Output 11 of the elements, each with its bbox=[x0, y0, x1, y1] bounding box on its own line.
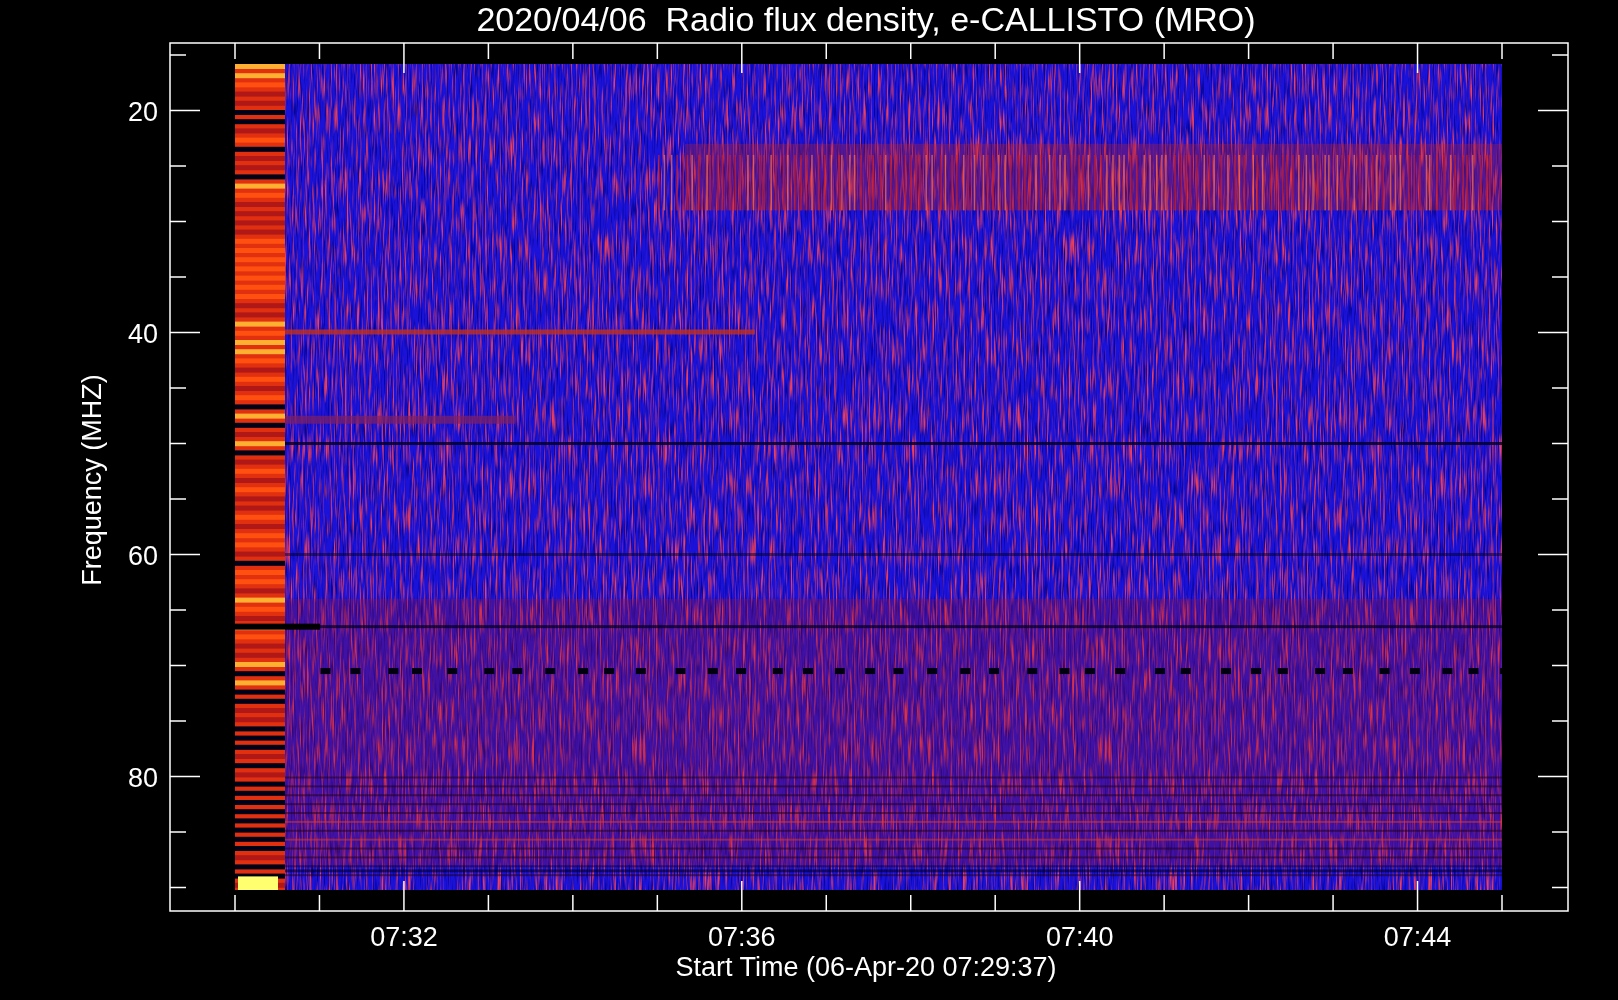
axis-title: Start Time (06-Apr-20 07:29:37) bbox=[675, 952, 1057, 982]
axis-tick-label: 60 bbox=[127, 540, 158, 571]
axis-tick-label: 07:32 bbox=[370, 922, 438, 952]
axis-tick-label: 07:36 bbox=[708, 922, 776, 952]
chart-title: 2020/04/06 Radio flux density, e-CALLISTO (MRO) bbox=[476, 0, 1256, 38]
axis-tick-label: 80 bbox=[127, 762, 158, 793]
axis-tick-label: 07:40 bbox=[1045, 922, 1114, 952]
axis-tick-label: 40 bbox=[127, 318, 158, 349]
axis-tick-label: 20 bbox=[127, 96, 158, 127]
axis-tick-label: 07:44 bbox=[1383, 922, 1452, 952]
axis-title: Frequency (MHZ) bbox=[77, 374, 107, 586]
